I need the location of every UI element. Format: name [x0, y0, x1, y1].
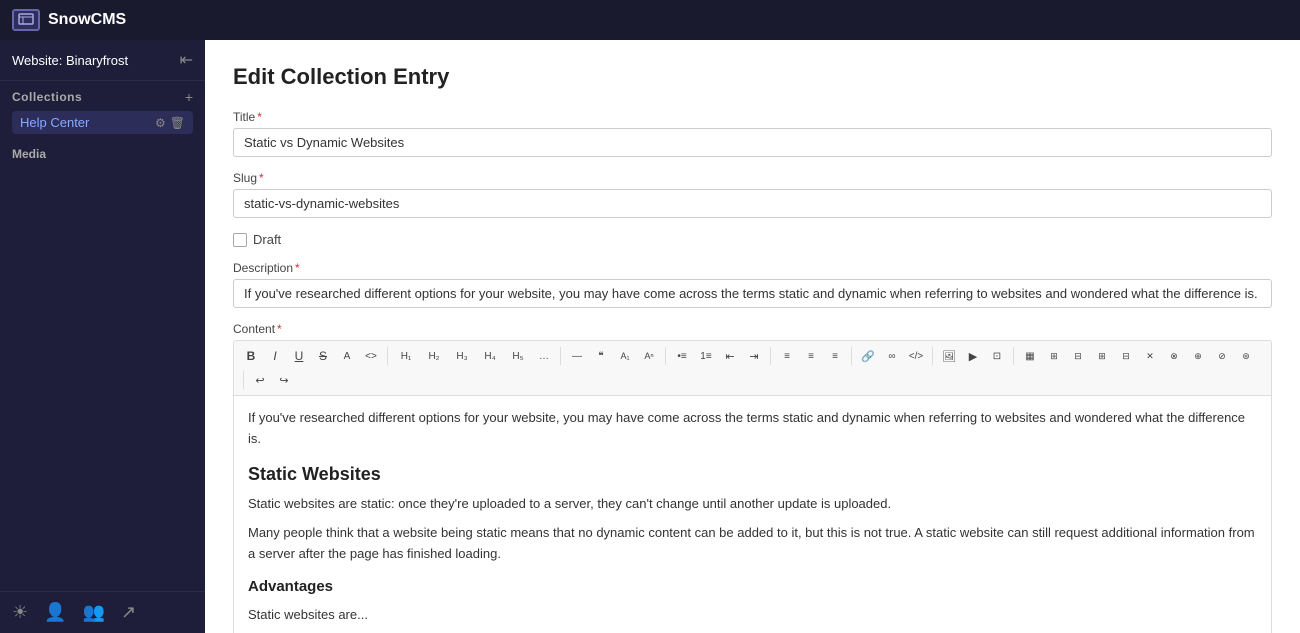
table-merge[interactable]: ⊕ — [1187, 345, 1209, 367]
rte-toolbar: B I U S A <> H₁ H₂ H₃ H₄ H₅ … — ❝ A₁ Aⁿ … — [233, 340, 1272, 395]
redo-button[interactable]: ↪ — [273, 369, 295, 391]
toolbar-sep-5 — [851, 347, 852, 365]
underline-button[interactable]: U — [288, 345, 310, 367]
settings-icon[interactable]: ⚙ — [155, 116, 166, 130]
toolbar-sep-7 — [1013, 347, 1014, 365]
main-content: Edit Collection Entry Title * Slug * Dra… — [205, 40, 1300, 633]
draft-row: Draft — [233, 232, 1272, 247]
table-row-after[interactable]: ⊟ — [1115, 345, 1137, 367]
file-button[interactable]: ⊡ — [986, 345, 1008, 367]
strikethrough-button[interactable]: S — [312, 345, 334, 367]
rte-content-area[interactable]: If you've researched different options f… — [233, 395, 1272, 633]
align-left-button[interactable]: ≡ — [776, 345, 798, 367]
indent-button[interactable]: ⇥ — [743, 345, 765, 367]
content-field-group: Content * B I U S A <> H₁ H₂ H₃ H₄ H₅ … … — [233, 322, 1272, 633]
theme-toggle-icon[interactable]: ☀ — [12, 602, 28, 623]
title-input[interactable] — [233, 128, 1272, 157]
sidebar-website-header: Website: Binaryfrost ⇤ — [0, 40, 205, 81]
hr-button[interactable]: — — [566, 345, 588, 367]
draft-checkbox[interactable] — [233, 233, 247, 247]
more-button[interactable]: … — [533, 345, 555, 367]
description-input[interactable] — [233, 279, 1272, 308]
add-collection-icon[interactable]: + — [185, 89, 193, 105]
logo-icon — [12, 9, 40, 31]
content-label: Content * — [233, 322, 1272, 336]
table-col-before[interactable]: ⊞ — [1043, 345, 1065, 367]
slug-input[interactable] — [233, 189, 1272, 218]
table-col-after[interactable]: ⊟ — [1067, 345, 1089, 367]
sidebar-collections-section: Collections + Help Center ⚙ 🗑 — [0, 81, 205, 138]
embed-button[interactable]: </> — [905, 345, 927, 367]
team-icon[interactable]: 👥 — [83, 602, 105, 623]
blockquote-button[interactable]: ❝ — [590, 345, 612, 367]
website-name-label: Website: Binaryfrost — [12, 53, 128, 68]
collapse-sidebar-icon[interactable]: ⇤ — [180, 50, 193, 70]
description-label: Description * — [233, 261, 1272, 275]
app-logo: SnowCMS — [12, 9, 126, 31]
bold-button[interactable]: B — [240, 345, 262, 367]
title-field-group: Title * — [233, 110, 1272, 157]
content-h3-advantages: Advantages — [248, 575, 1257, 599]
table-split[interactable]: ⊘ — [1211, 345, 1233, 367]
content-p2: Many people think that a website being s… — [248, 523, 1257, 565]
toolbar-sep-8 — [243, 371, 244, 389]
table-button[interactable]: ▦ — [1019, 345, 1041, 367]
outdent-button[interactable]: ⇤ — [719, 345, 741, 367]
slug-label: Slug * — [233, 171, 1272, 185]
help-center-actions: ⚙ 🗑 — [155, 116, 185, 130]
italic-button[interactable]: I — [264, 345, 286, 367]
image-button[interactable]: 🖼 — [938, 345, 960, 367]
code-button[interactable]: <> — [360, 345, 382, 367]
align-right-button[interactable]: ≡ — [824, 345, 846, 367]
sidebar-media-section[interactable]: Media — [0, 138, 205, 169]
link-button[interactable]: 🔗 — [857, 345, 879, 367]
content-h2-static: Static Websites — [248, 460, 1257, 489]
table-del-row[interactable]: ⊗ — [1163, 345, 1185, 367]
h3-button[interactable]: H₃ — [449, 345, 475, 367]
sidebar: Website: Binaryfrost ⇤ Collections + Hel… — [0, 40, 205, 633]
undo-button[interactable]: ↩ — [249, 369, 271, 391]
toolbar-sep-6 — [932, 347, 933, 365]
collections-actions: + — [185, 89, 193, 105]
app-name: SnowCMS — [48, 11, 126, 29]
align-center-button[interactable]: ≡ — [800, 345, 822, 367]
sidebar-bottom-icons: ☀ 👤 👥 ↗ — [0, 591, 205, 633]
page-title: Edit Collection Entry — [233, 64, 1272, 90]
collections-title: Collections — [12, 90, 82, 104]
delete-icon[interactable]: 🗑 — [170, 116, 185, 130]
toolbar-sep-2 — [560, 347, 561, 365]
highlight-button[interactable]: A — [336, 345, 358, 367]
help-center-label: Help Center — [20, 115, 89, 130]
media-label[interactable]: Media — [12, 147, 46, 161]
ul-button[interactable]: •≡ — [671, 345, 693, 367]
ol-button[interactable]: 1≡ — [695, 345, 717, 367]
user-icon[interactable]: 👤 — [44, 602, 66, 623]
table-row-before[interactable]: ⊞ — [1091, 345, 1113, 367]
title-label: Title * — [233, 110, 1272, 124]
content-intro: If you've researched different options f… — [248, 408, 1257, 450]
slug-field-group: Slug * — [233, 171, 1272, 218]
superscript-button[interactable]: Aⁿ — [638, 345, 660, 367]
h5-button[interactable]: H₅ — [505, 345, 531, 367]
unlink-button[interactable]: ∞ — [881, 345, 903, 367]
h1-button[interactable]: H₁ — [393, 345, 419, 367]
h4-button[interactable]: H₄ — [477, 345, 503, 367]
video-button[interactable]: ▶ — [962, 345, 984, 367]
draft-label: Draft — [253, 232, 281, 247]
table-del[interactable]: ⊛ — [1235, 345, 1257, 367]
toolbar-sep-1 — [387, 347, 388, 365]
table-del-col[interactable]: ✕ — [1139, 345, 1161, 367]
toolbar-sep-3 — [665, 347, 666, 365]
description-field-group: Description * — [233, 261, 1272, 308]
external-link-icon[interactable]: ↗ — [121, 602, 136, 623]
subscript-button[interactable]: A₁ — [614, 345, 636, 367]
topbar: SnowCMS — [0, 0, 1300, 40]
sidebar-item-help-center[interactable]: Help Center ⚙ 🗑 — [12, 111, 193, 134]
toolbar-sep-4 — [770, 347, 771, 365]
h2-button[interactable]: H₂ — [421, 345, 447, 367]
content-p-advantages: Static websites are... — [248, 605, 1257, 626]
content-p1: Static websites are static: once they're… — [248, 494, 1257, 515]
collections-header: Collections + — [12, 89, 193, 105]
